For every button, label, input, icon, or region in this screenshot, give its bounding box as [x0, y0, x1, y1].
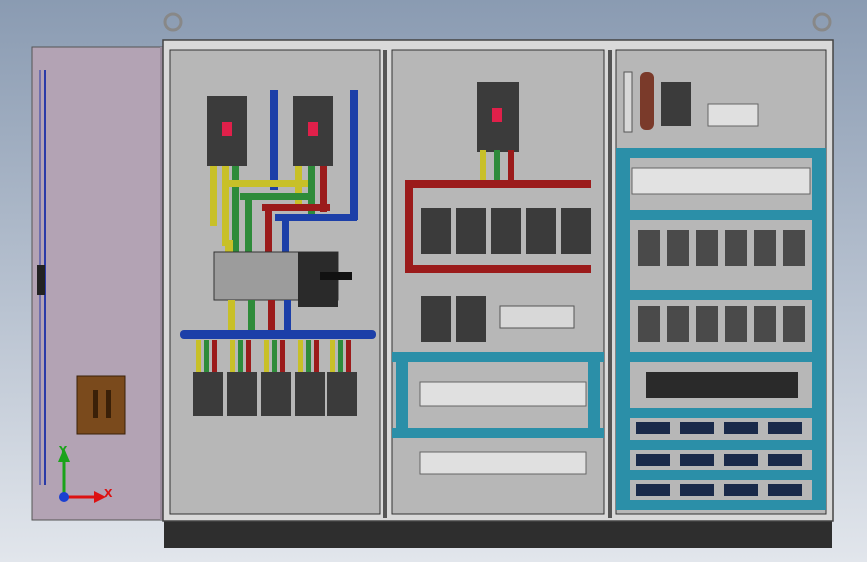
breaker-handle	[222, 122, 232, 136]
x-axis-label: X	[104, 487, 113, 500]
lifting-eye-left	[163, 12, 183, 32]
z-axis-origin	[59, 492, 69, 502]
cabinet-door	[31, 46, 167, 521]
y-axis-label: Y	[58, 444, 68, 457]
door-latch	[37, 265, 45, 295]
lifting-eye-right	[812, 12, 832, 32]
cabinet-plinth	[164, 520, 832, 548]
breaker-handle-2	[308, 122, 318, 136]
door-handle-pocket	[76, 375, 126, 435]
cad-viewport[interactable]: Y X	[0, 0, 867, 562]
handle-slot-left	[93, 390, 98, 418]
electrical-cabinet-model: Y X	[31, 12, 834, 548]
handle-slot-right	[106, 390, 111, 418]
